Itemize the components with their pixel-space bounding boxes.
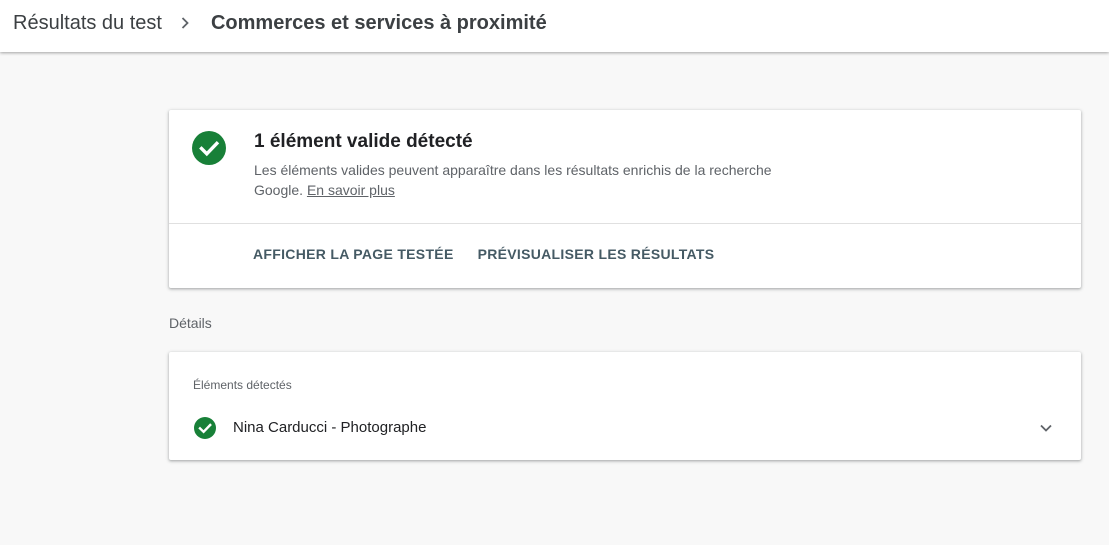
check-circle-icon xyxy=(192,131,226,165)
view-tested-page-button[interactable]: AFFICHER LA PAGE TESTÉE xyxy=(253,246,454,262)
check-circle-icon xyxy=(194,417,216,439)
learn-more-link[interactable]: En savoir plus xyxy=(307,182,395,198)
preview-results-button[interactable]: PRÉVISUALISER LES RÉSULTATS xyxy=(478,246,715,262)
page-title: Commerces et services à proximité xyxy=(210,11,547,34)
summary-title: 1 élément valide détecté xyxy=(254,131,473,152)
summary-card: 1 élément valide détecté Les éléments va… xyxy=(169,110,1081,288)
chevron-down-icon[interactable] xyxy=(1037,419,1055,437)
breadcrumb-test-results-link[interactable]: Résultats du test xyxy=(13,12,162,35)
summary-actions: AFFICHER LA PAGE TESTÉE PRÉVISUALISER LE… xyxy=(253,246,714,262)
details-card: Éléments détectés Nina Carducci - Photog… xyxy=(169,352,1081,460)
breadcrumb: Résultats du test Commerces et services … xyxy=(0,0,1109,52)
detected-item-row[interactable]: Nina Carducci - Photographe xyxy=(169,412,1081,446)
detected-items-heading: Éléments détectés xyxy=(193,378,292,392)
details-section-label: Détails xyxy=(169,315,212,331)
summary-header: 1 élément valide détecté Les éléments va… xyxy=(169,110,1081,224)
detected-item-name: Nina Carducci - Photographe xyxy=(233,419,427,436)
summary-description: Les éléments valides peuvent apparaître … xyxy=(254,160,824,200)
chevron-right-icon xyxy=(175,13,195,33)
